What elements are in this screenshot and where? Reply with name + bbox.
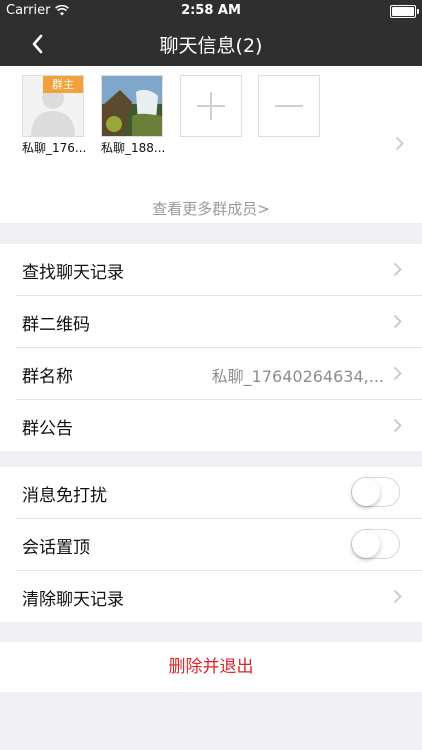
delete-and-exit-button[interactable]: 删除并退出 [0, 642, 422, 692]
group-name-value: 私聊_17640264634,... [211, 367, 384, 386]
settings-group-1: 查找聊天记录 群二维码 群名称 私聊_17640264634,... 群公告 [0, 244, 422, 451]
group-name-row[interactable]: 群名称 私聊_17640264634,... [16, 348, 422, 400]
pin-toggle[interactable] [351, 529, 400, 559]
row-label: 查找聊天记录 [22, 263, 124, 283]
row-label: 清除聊天记录 [22, 590, 124, 610]
chevron-right-icon [395, 136, 404, 151]
members-section: 群主 私聊_176... 私聊_188... 查看更多群成员> [0, 66, 422, 223]
toggle-knob [352, 478, 380, 506]
nav-bar: 聊天信息(2) [0, 22, 422, 66]
member-name: 私聊_176... [22, 141, 87, 155]
chevron-right-icon [393, 589, 402, 604]
owner-badge: 群主 [43, 76, 83, 93]
minus-icon [275, 105, 303, 107]
mute-toggle[interactable] [351, 477, 400, 507]
pin-chat-row: 会话置顶 [16, 519, 422, 571]
battery-icon [390, 5, 419, 18]
plus-icon [197, 92, 225, 120]
avatar [101, 75, 163, 137]
group-qrcode-row[interactable]: 群二维码 [16, 296, 422, 348]
row-label: 群名称 [22, 367, 73, 387]
search-history-row[interactable]: 查找聊天记录 [16, 244, 422, 296]
member-item[interactable]: 私聊_188... [101, 75, 165, 156]
status-time: 2:58 AM [181, 3, 241, 18]
member-item[interactable]: 群主 私聊_176... [22, 75, 86, 156]
chevron-right-icon [393, 418, 402, 433]
row-label: 会话置顶 [22, 538, 90, 558]
row-label: 群公告 [22, 419, 73, 439]
view-more-members-link[interactable]: 查看更多群成员> [0, 198, 422, 219]
avatar: 群主 [22, 75, 84, 137]
member-name: 私聊_188... [101, 141, 166, 155]
row-label: 消息免打扰 [22, 486, 107, 506]
chevron-right-icon [393, 366, 402, 381]
toggle-knob [352, 530, 380, 558]
clear-history-row[interactable]: 清除聊天记录 [16, 571, 422, 622]
chevron-right-icon [393, 314, 402, 329]
chevron-right-icon [393, 262, 402, 277]
page-title: 聊天信息(2) [159, 35, 263, 57]
add-member-button[interactable] [180, 75, 242, 137]
remove-member-button[interactable] [258, 75, 320, 137]
row-label: 群二维码 [22, 315, 90, 335]
status-bar: Carrier 2:58 AM [0, 0, 422, 22]
group-notice-row[interactable]: 群公告 [16, 400, 422, 451]
landscape-photo-icon [102, 76, 162, 136]
mute-notifications-row: 消息免打扰 [16, 467, 422, 519]
settings-group-2: 消息免打扰 会话置顶 清除聊天记录 [0, 467, 422, 622]
